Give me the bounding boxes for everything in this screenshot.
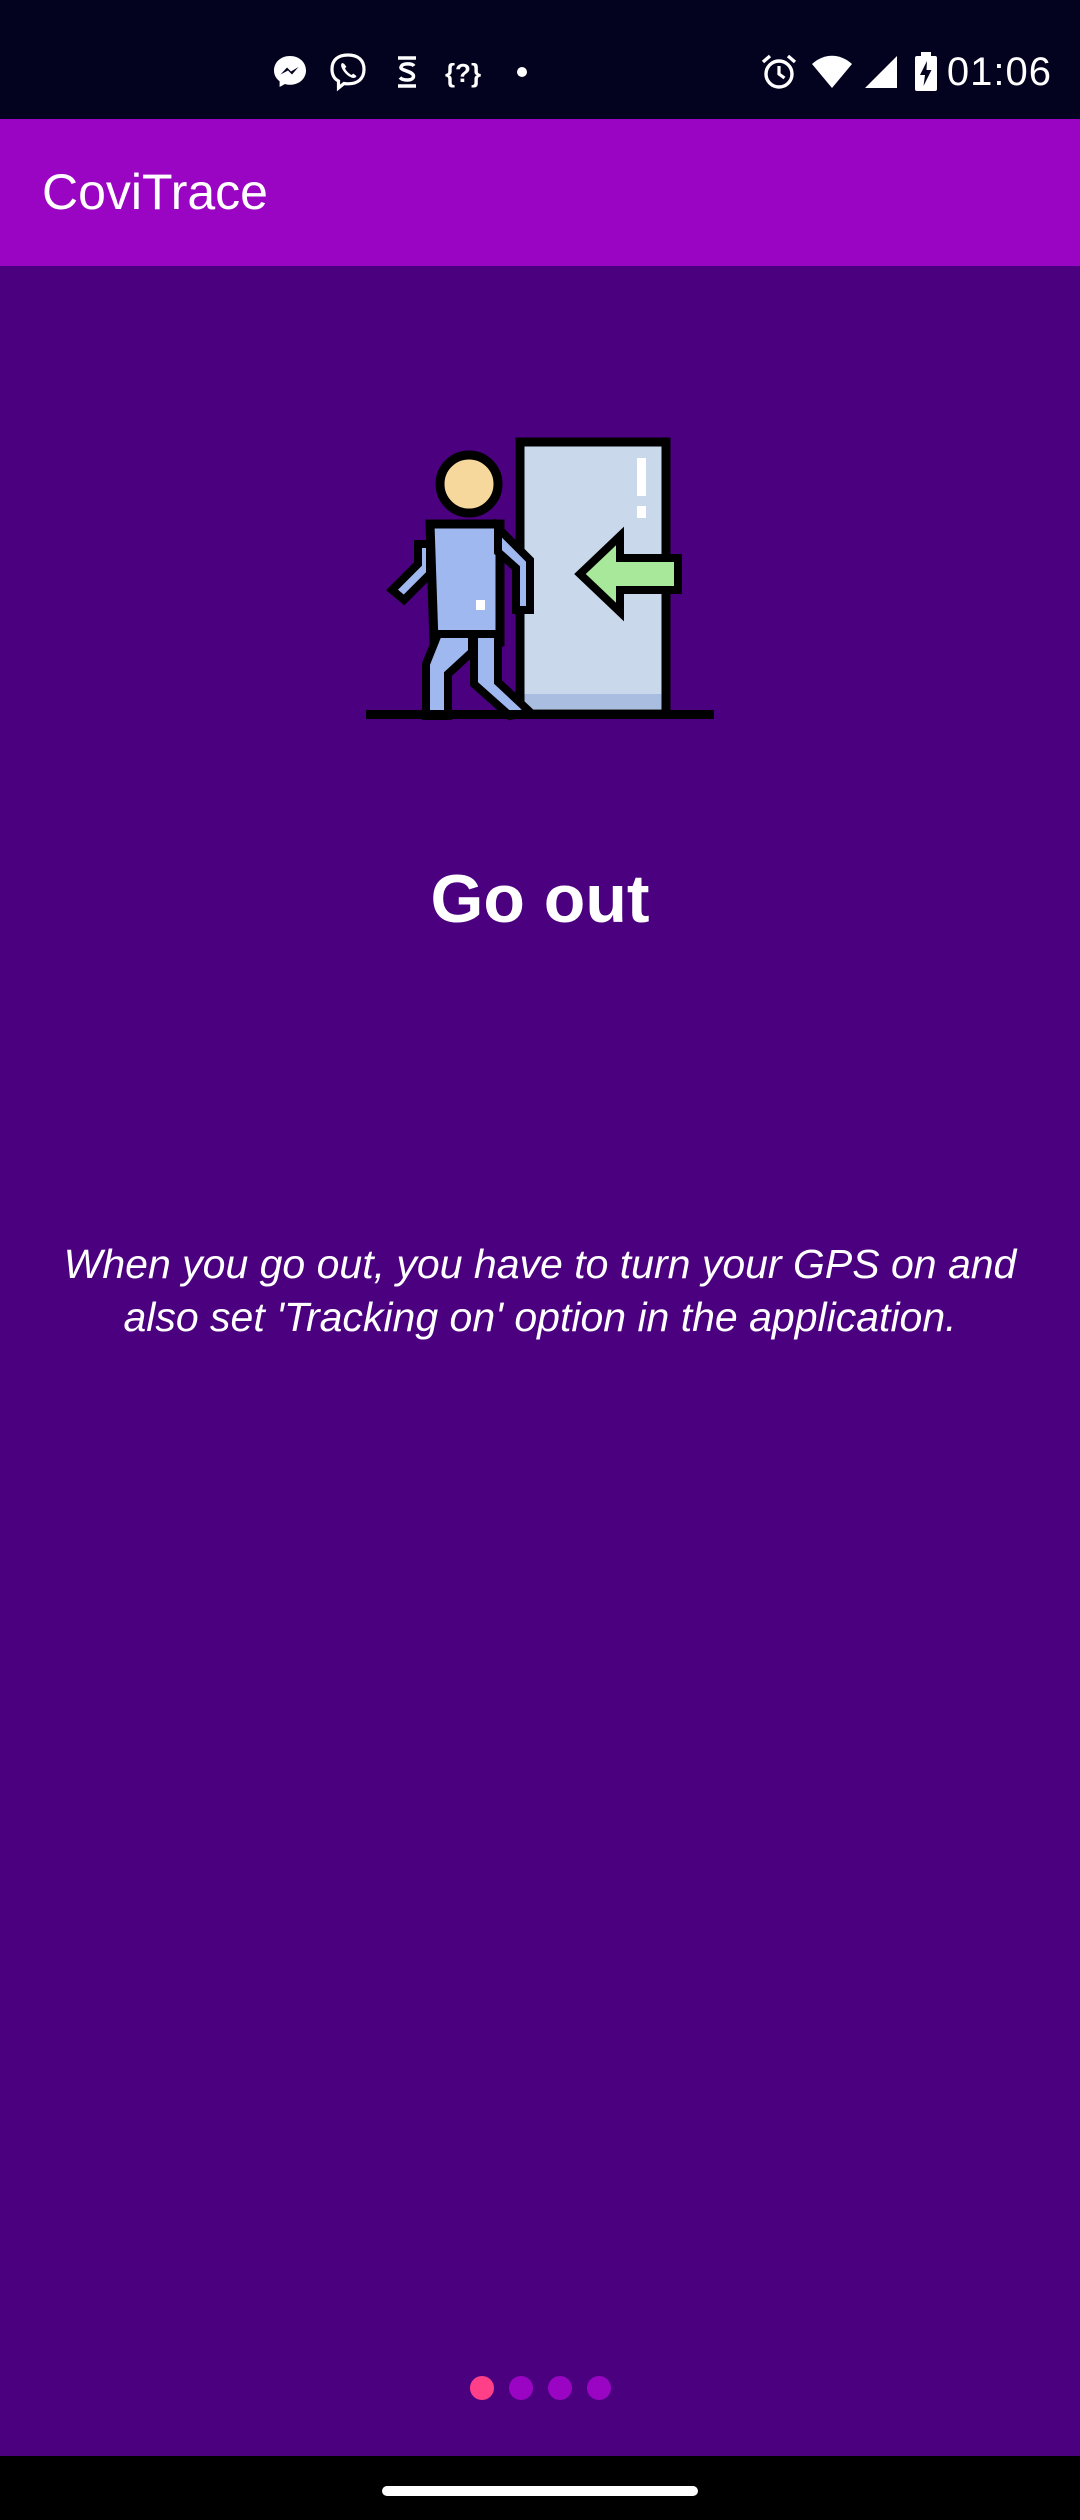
- status-bar: {?} 01:06: [0, 0, 1080, 119]
- page-indicator-dot-1[interactable]: [469, 2376, 494, 2400]
- svg-text:{?}: {?}: [445, 58, 481, 88]
- page-indicator[interactable]: [0, 2368, 1080, 2408]
- battery-charging-icon: [912, 50, 940, 94]
- page-indicator-dot-2[interactable]: [508, 2376, 533, 2400]
- onboarding-page[interactable]: Go out When you go out, you have to turn…: [0, 266, 1080, 2456]
- wifi-icon: [810, 50, 854, 94]
- status-time: 01:06: [946, 50, 1052, 94]
- page-description: When you go out, you have to turn your G…: [63, 1241, 1017, 1340]
- navigation-bar: [0, 2456, 1080, 2520]
- person-exit-door-icon: [362, 434, 718, 722]
- page-indicator-dot-3[interactable]: [547, 2376, 572, 2400]
- messenger-icon: [270, 50, 310, 94]
- page-indicator-dot-4[interactable]: [586, 2376, 611, 2400]
- alarm-icon: [758, 50, 800, 94]
- home-gesture-handle[interactable]: [382, 2486, 698, 2496]
- signal-icon: [862, 50, 900, 94]
- app-title: CoviTrace: [42, 164, 268, 220]
- sim-toolkit-icon: [388, 50, 426, 94]
- code-icon: {?}: [440, 50, 486, 94]
- app-bar: CoviTrace: [0, 119, 1080, 266]
- viber-icon: [326, 50, 370, 94]
- more-dot-icon: [512, 50, 532, 94]
- page-title: Go out: [430, 861, 650, 937]
